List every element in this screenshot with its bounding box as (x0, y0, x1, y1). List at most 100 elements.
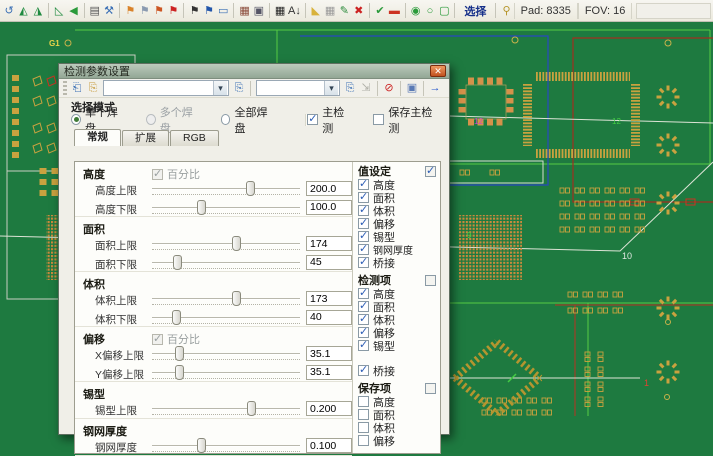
tab-general[interactable]: 常规 (74, 129, 121, 146)
offset-y-value[interactable] (306, 365, 352, 380)
stencil-thickness-slider[interactable] (152, 438, 300, 455)
right-panel: 值设定 高度 面积 体积 偏移 锡型 钢网厚度 桥接 检测项 高度 面积 体积 … (352, 162, 440, 453)
ds-volume-checkbox[interactable] (358, 314, 369, 325)
dialog-titlebar[interactable]: 检测参数设置 ✕ (59, 64, 449, 79)
height-lower-label: 高度下限 (95, 202, 137, 217)
pin-black-icon[interactable]: ⚑ (187, 2, 201, 20)
pcb-label-g1: G1 (49, 39, 60, 48)
location-pin-icon[interactable]: ⚑ (166, 2, 180, 20)
ds-solder-shape-checkbox[interactable] (358, 340, 369, 351)
detect-set-header-checkbox[interactable] (425, 275, 436, 286)
volume-lower-slider[interactable] (152, 310, 300, 327)
remove-icon[interactable]: ▬ (387, 2, 401, 20)
ss-height-checkbox[interactable] (358, 396, 369, 407)
flip-horizontal-icon[interactable]: ◭ (16, 2, 30, 20)
vs-area-checkbox[interactable] (358, 192, 369, 203)
separator (63, 81, 67, 95)
circle-icon[interactable]: ○ (423, 2, 437, 20)
grid-grey-icon[interactable]: ▦ (323, 2, 337, 20)
height-upper-value[interactable] (306, 181, 352, 196)
cone-icon[interactable]: ◀ (66, 2, 80, 20)
confirm-icon[interactable]: ✔ (373, 2, 387, 20)
ds-offset-checkbox[interactable] (358, 327, 369, 338)
camera-icon[interactable]: ▣ (252, 2, 266, 20)
image-icon[interactable]: ▤ (88, 2, 102, 20)
area-lower-slider[interactable] (152, 255, 300, 272)
offset-y-slider[interactable] (152, 365, 300, 382)
rect-select-icon[interactable]: ▭ (216, 2, 230, 20)
height-lower-value[interactable] (306, 200, 352, 215)
cancel-icon[interactable]: ⊘ (381, 79, 397, 97)
ds-bridge-checkbox[interactable] (358, 365, 369, 376)
annotate-icon[interactable]: ✎ (337, 2, 351, 20)
vs-solder-shape-checkbox[interactable] (358, 231, 369, 242)
radio-single-pad[interactable] (71, 114, 81, 125)
select-mode-label[interactable]: 选择 (458, 3, 492, 19)
set-square-icon[interactable]: ◺ (52, 2, 66, 20)
ds-bridge-label: 桥接 (373, 363, 395, 379)
pin-red-icon[interactable]: ⚑ (152, 2, 166, 20)
tab-rgb[interactable]: RGB (170, 130, 219, 146)
vs-volume-checkbox[interactable] (358, 205, 369, 216)
ruler-triangle-icon[interactable]: ◣ (309, 2, 323, 20)
circle-dot-icon[interactable]: ◉ (408, 2, 422, 20)
offset-x-value[interactable] (306, 346, 352, 361)
save-icon[interactable]: ▣ (404, 79, 420, 97)
value-set-header-checkbox[interactable] (425, 166, 436, 177)
flip-vertical-icon[interactable]: ◮ (31, 2, 45, 20)
height-lower-slider[interactable] (152, 200, 300, 217)
offset-x-slider[interactable] (152, 346, 300, 363)
volume-lower-label: 体积下限 (95, 312, 137, 327)
export-template-icon[interactable]: ⎘ (85, 79, 101, 97)
pin-orange-icon[interactable]: ⚑ (123, 2, 137, 20)
grid-view-icon[interactable]: ▦ (273, 2, 287, 20)
close-button[interactable]: ✕ (430, 65, 446, 77)
apply-template-2-icon[interactable]: ⎘ (342, 79, 358, 97)
ss-offset-checkbox[interactable] (358, 435, 369, 446)
tab-extended[interactable]: 扩展 (122, 130, 169, 146)
vs-offset-checkbox[interactable] (358, 218, 369, 229)
radio-all-pads[interactable] (221, 114, 231, 125)
ss-area-checkbox[interactable] (358, 409, 369, 420)
table-capture-icon[interactable]: ▦ (237, 2, 251, 20)
square-icon[interactable]: ▢ (437, 2, 451, 20)
volume-upper-value[interactable] (306, 291, 352, 306)
area-lower-label: 面积下限 (95, 257, 137, 272)
solder-shape-slider[interactable] (152, 401, 300, 418)
ss-volume-checkbox[interactable] (358, 422, 369, 433)
area-upper-slider[interactable] (152, 236, 300, 253)
separator (119, 3, 120, 18)
vs-bridge-checkbox[interactable] (358, 257, 369, 268)
separator (495, 3, 496, 18)
area-lower-value[interactable] (306, 255, 352, 270)
stencil-thickness-value[interactable] (306, 438, 352, 453)
exit-icon[interactable]: → (427, 79, 443, 97)
separator (405, 3, 406, 18)
apply-template-1-icon[interactable]: ⎘ (231, 79, 247, 97)
solder-shape-value[interactable] (306, 401, 352, 416)
area-upper-value[interactable] (306, 236, 352, 251)
delete-icon[interactable]: ✖ (352, 2, 366, 20)
pin-blue-icon[interactable]: ⚑ (202, 2, 216, 20)
main-detect-checkbox[interactable] (307, 114, 318, 125)
pin-grey-icon[interactable]: ⚑ (137, 2, 151, 20)
ds-height-checkbox[interactable] (358, 288, 369, 299)
volume-lower-value[interactable] (306, 310, 352, 325)
save-main-detect-checkbox[interactable] (373, 114, 384, 125)
separator (183, 3, 184, 18)
save-set-header-checkbox[interactable] (425, 383, 436, 394)
volume-upper-slider[interactable] (152, 291, 300, 308)
pcb-label-12b: 12 (612, 117, 621, 126)
sort-az-icon[interactable]: A↓ (287, 2, 301, 20)
magnifier-icon[interactable]: ⚲ (499, 2, 513, 20)
vs-stencil-checkbox[interactable] (358, 244, 369, 255)
undo-icon[interactable]: ↺ (2, 2, 16, 20)
vs-height-checkbox[interactable] (358, 179, 369, 190)
template-combo-2[interactable] (256, 80, 340, 96)
edit-disabled-icon[interactable]: ⇲ (358, 79, 374, 97)
import-template-icon[interactable]: ⎗ (69, 79, 85, 97)
template-combo-1[interactable] (103, 80, 229, 96)
tools-icon[interactable]: ⚒ (102, 2, 116, 20)
height-upper-slider[interactable] (152, 181, 300, 198)
ds-area-checkbox[interactable] (358, 301, 369, 312)
